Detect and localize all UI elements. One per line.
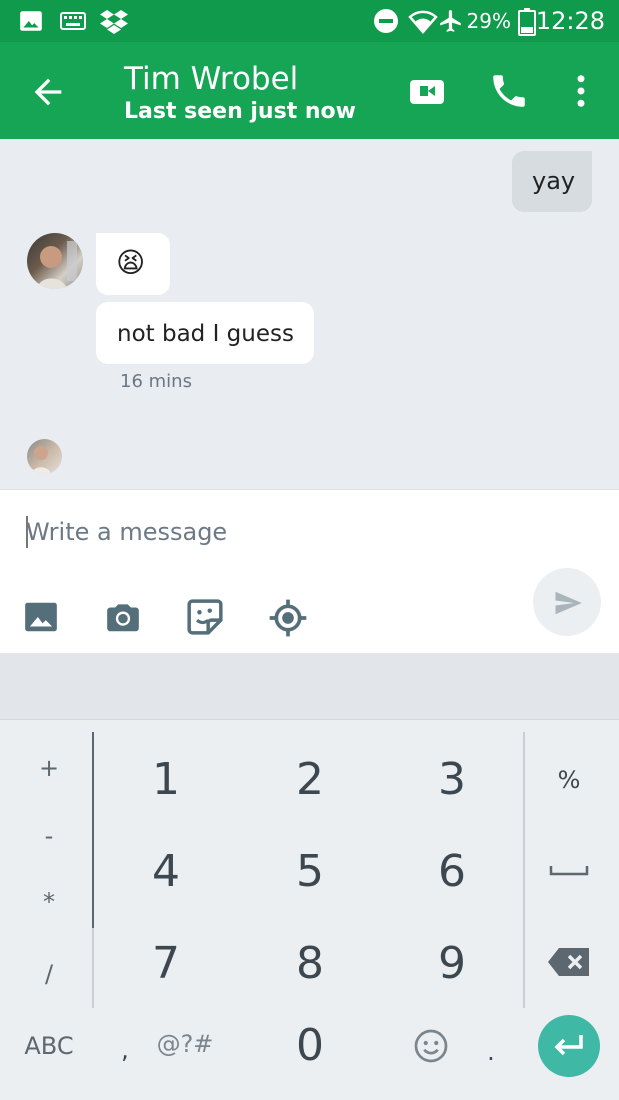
key-5[interactable]: 5 [250,828,370,914]
emoji-smiley-icon [414,1029,448,1063]
app-bar: Tim Wrobel Last seen just now [0,42,619,139]
more-options-icon [577,75,585,107]
key-0[interactable]: 0 [250,1002,370,1088]
dropbox-icon [100,10,128,34]
contact-name[interactable]: Tim Wrobel [124,61,298,97]
last-seen-status: Last seen just now [124,99,356,124]
keyboard-divider [92,732,94,928]
status-bar: 29% 12:28 [0,0,619,42]
numeric-keyboard: + - * / 1 2 3 4 5 6 7 8 9 0 % ABC , @?# … [0,720,619,1100]
phone-call-button[interactable] [488,70,532,114]
emoji-tired-face-icon: 😫 [116,246,146,279]
airplane-mode-icon [440,10,461,32]
contact-avatar[interactable] [27,233,83,289]
video-call-icon [410,80,444,104]
key-symbols[interactable]: @?# [150,1014,220,1074]
video-call-button[interactable] [406,70,450,114]
camera-icon [107,604,139,632]
key-period[interactable]: . [456,1022,526,1082]
compose-bar [0,489,619,653]
battery-icon [518,8,536,36]
key-9[interactable]: 9 [392,920,512,1006]
message-text: not bad I guess [117,321,294,347]
text-cursor [26,516,28,548]
keyboard-suggestion-strip [0,653,619,720]
gallery-icon [25,602,57,632]
key-8[interactable]: 8 [250,920,370,1006]
key-2[interactable]: 2 [250,736,370,822]
send-button[interactable] [533,568,601,636]
key-1[interactable]: 1 [106,736,226,822]
message-input[interactable] [26,512,506,552]
chat-thread[interactable]: yay 😫 not bad I guess 16 mins [0,139,619,489]
key-abc[interactable]: ABC [14,1016,84,1076]
backspace-button[interactable] [534,932,604,992]
camera-button[interactable] [104,598,144,638]
key-space[interactable] [534,840,604,900]
keyboard-notification-icon [60,12,86,30]
gallery-button[interactable] [22,598,62,638]
send-icon [555,591,582,615]
enter-arrow-icon [554,1035,583,1056]
key-divide[interactable]: / [14,944,84,1004]
space-bar-icon [549,866,589,876]
wifi-icon [408,10,438,34]
read-receipt-avatar [27,439,62,474]
enter-button[interactable] [538,1015,600,1077]
key-plus[interactable]: + [14,738,84,798]
message-text: yay [532,167,576,195]
back-button[interactable] [28,72,68,112]
incoming-message-bubble[interactable]: not bad I guess [96,302,314,364]
back-arrow-icon [34,78,62,106]
more-options-button[interactable] [560,70,604,114]
sticker-icon [187,599,223,635]
outgoing-message-bubble[interactable]: yay [512,151,592,212]
do-not-disturb-icon [374,9,398,33]
key-6[interactable]: 6 [392,828,512,914]
keyboard-divider [523,732,525,1008]
key-7[interactable]: 7 [106,920,226,1006]
phone-call-icon [493,75,525,107]
key-percent[interactable]: % [534,750,604,810]
key-4[interactable]: 4 [106,828,226,914]
location-button[interactable] [268,598,308,638]
keyboard-divider [92,928,94,1008]
key-multiply[interactable]: * [14,872,84,932]
location-icon [269,599,307,637]
clock: 12:28 [535,7,605,35]
incoming-emoji-bubble[interactable]: 😫 [96,233,170,295]
message-timestamp: 16 mins [120,371,192,392]
avatar-photo [37,241,77,289]
sticker-button[interactable] [186,598,226,638]
key-minus[interactable]: - [14,806,84,866]
image-notification-icon [20,11,42,31]
backspace-icon [548,948,589,976]
battery-percent: 29% [466,9,511,33]
key-3[interactable]: 3 [392,736,512,822]
read-receipt-photo [31,446,51,474]
